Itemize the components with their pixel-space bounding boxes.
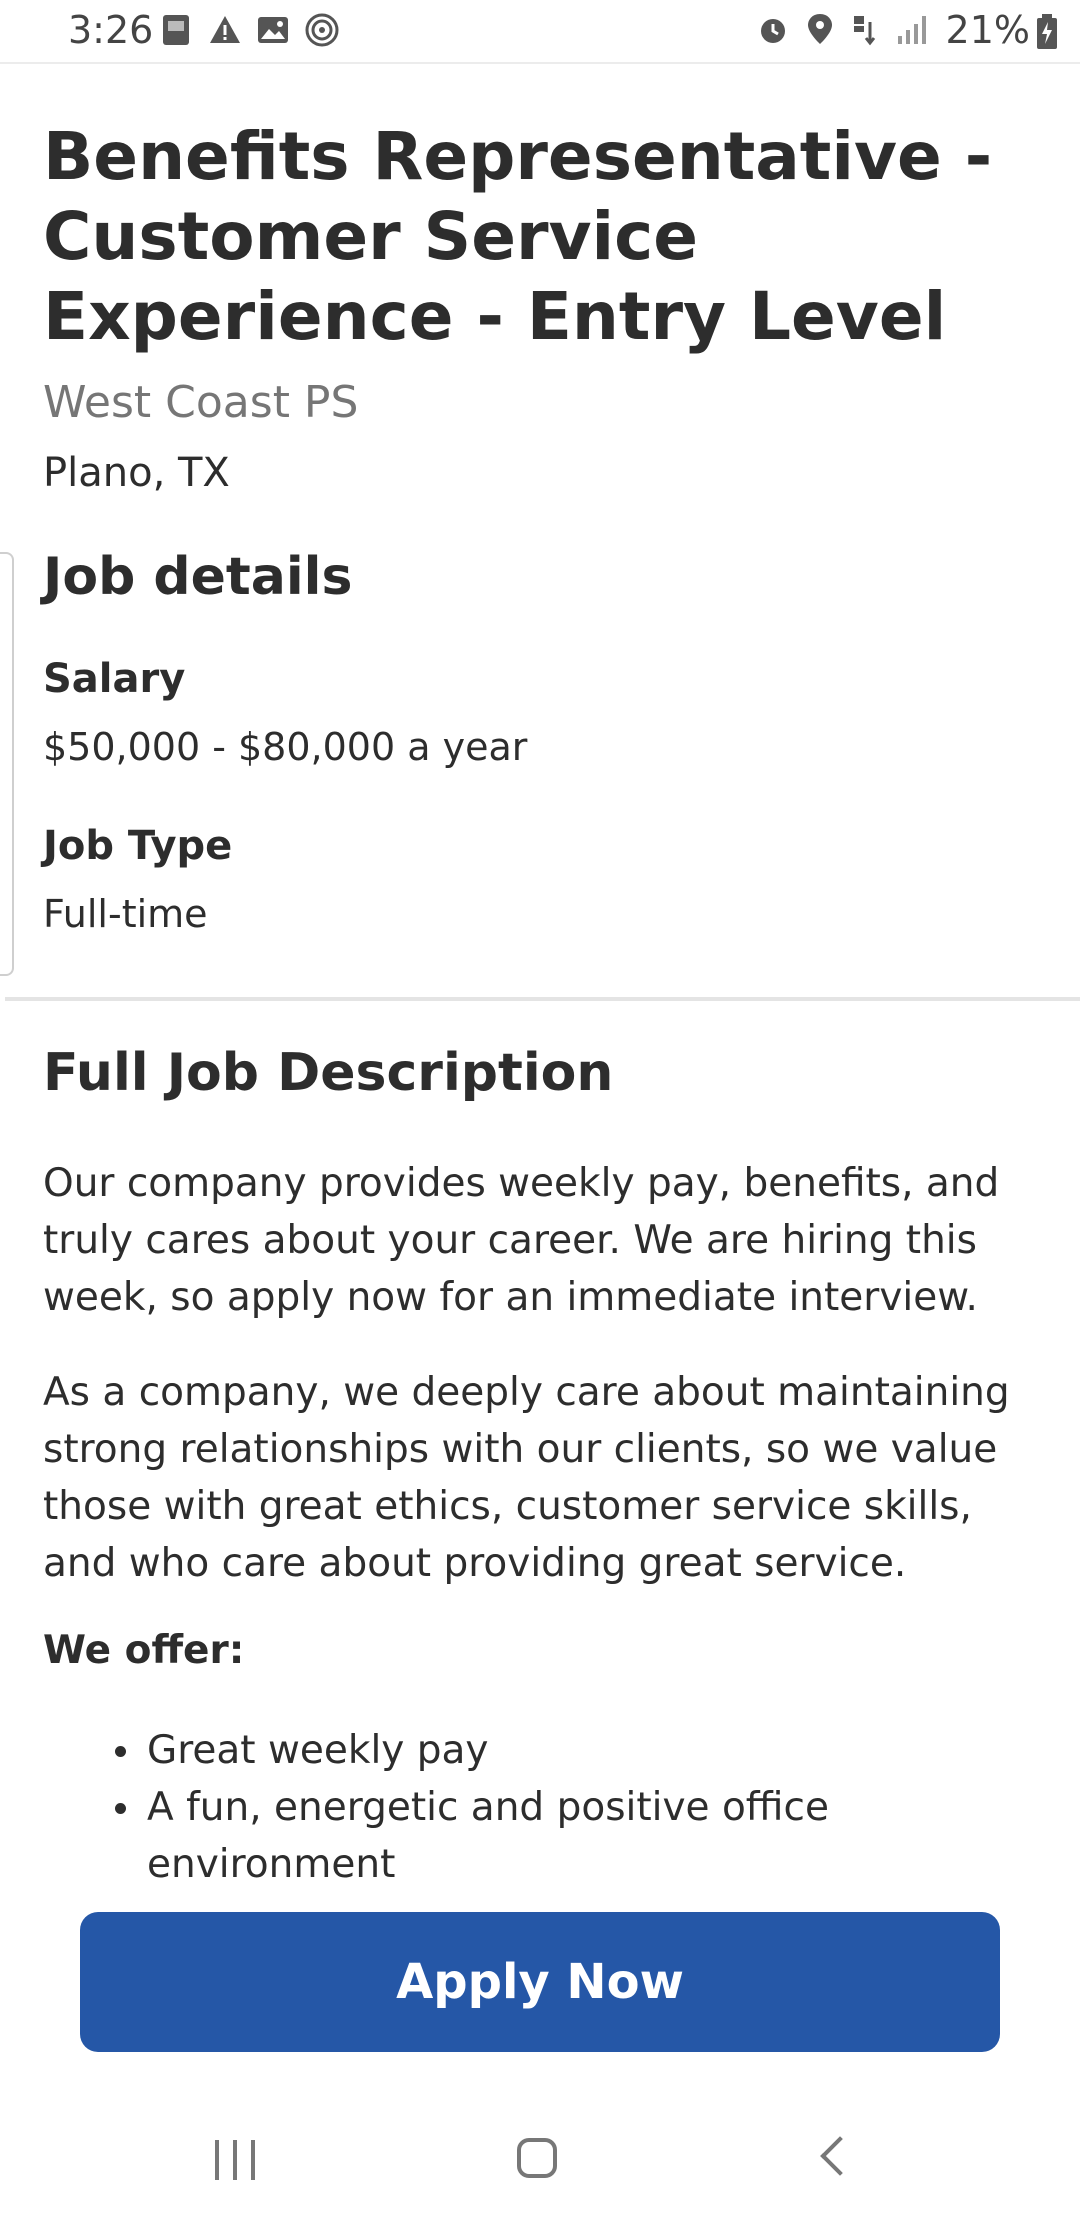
job-title: Benefits Representative - Customer Servi… <box>43 118 993 355</box>
salary-value: $50,000 - $80,000 a year <box>43 725 528 769</box>
we-offer-heading: We offer: <box>43 1628 245 1673</box>
location-icon <box>808 14 832 44</box>
company-name[interactable]: West Coast PS <box>43 377 358 428</box>
status-bar: 3:26 21% <box>0 0 1080 64</box>
job-details-heading: Job details <box>43 547 353 607</box>
description-paragraph: Our company provides weekly pay, benefit… <box>43 1161 1000 1320</box>
full-job-description-heading: Full Job Description <box>43 1043 614 1103</box>
recent-apps-icon[interactable] <box>215 2140 255 2180</box>
apply-now-button[interactable]: Apply Now <box>80 1912 1000 2052</box>
warning-icon <box>210 16 240 43</box>
section-divider <box>5 997 1080 1001</box>
job-type-label: Job Type <box>43 823 233 869</box>
home-icon[interactable] <box>517 2138 557 2178</box>
battery-charging-icon <box>1037 14 1057 49</box>
image-icon <box>258 17 288 43</box>
job-location: Plano, TX <box>43 450 230 496</box>
job-details-card-edge <box>0 552 14 976</box>
system-icons <box>756 12 930 46</box>
battery-percent: 21% <box>945 8 1030 52</box>
alarm-icon <box>761 19 785 43</box>
status-time: 3:26 <box>68 8 154 52</box>
job-type-value: Full-time <box>43 892 208 936</box>
fingerprint-icon <box>305 13 339 47</box>
4g-lte-icon <box>854 16 876 46</box>
back-icon[interactable] <box>820 2136 860 2176</box>
signal-icon <box>898 16 926 44</box>
notification-icons <box>160 12 340 48</box>
list-item: Great weekly pay <box>43 1722 1043 1779</box>
navigation-bar <box>0 2090 1080 2220</box>
description-paragraph: As a company, we deeply care about maint… <box>43 1370 1010 1586</box>
bible-app-icon <box>163 15 189 45</box>
salary-label: Salary <box>43 656 186 702</box>
list-item: A fun, energetic and positive office env… <box>43 1779 1043 1893</box>
offer-list: Great weekly pay A fun, energetic and po… <box>43 1722 1043 1893</box>
